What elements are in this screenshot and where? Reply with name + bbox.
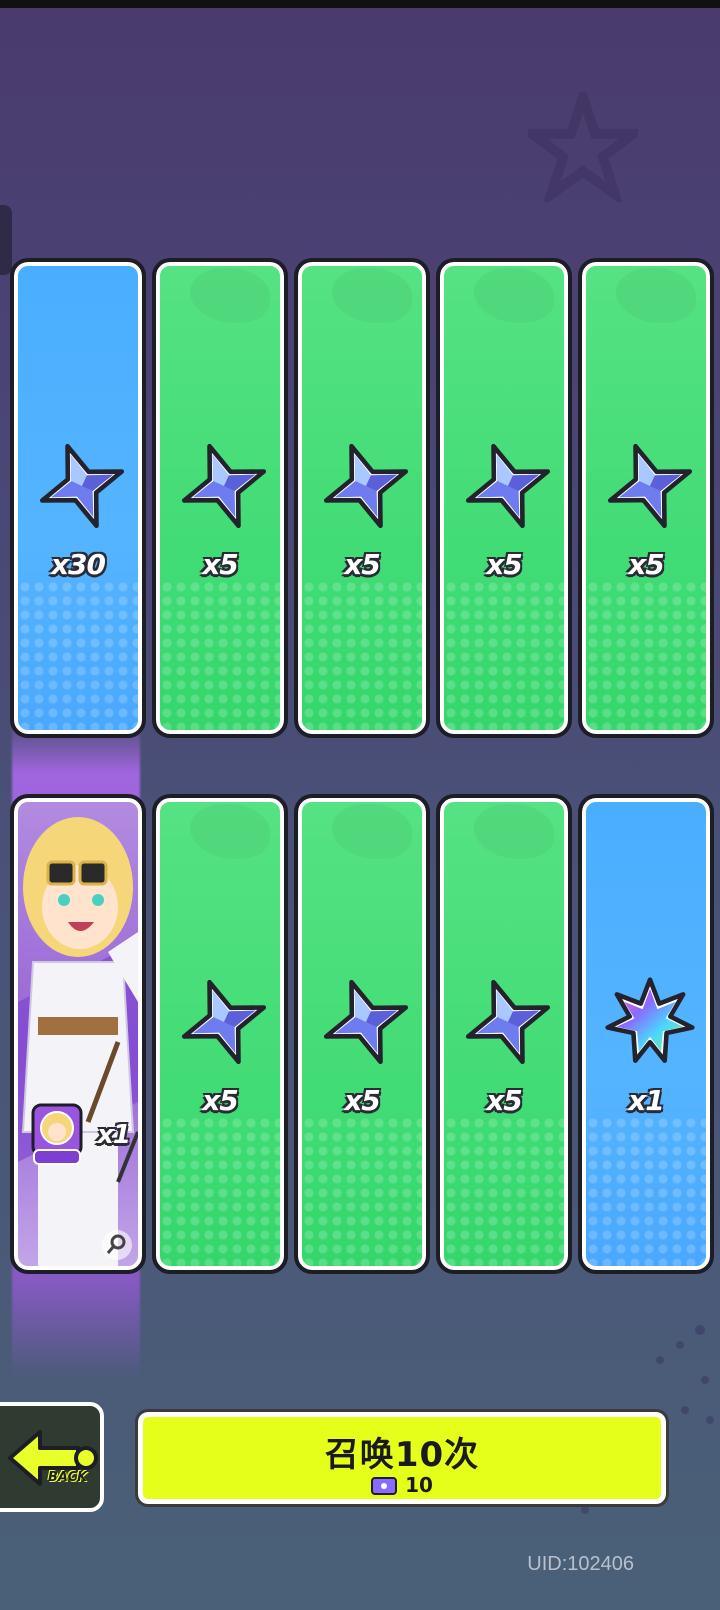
character-reward-card[interactable]: x1 — [10, 794, 146, 1274]
back-button[interactable]: BACK — [0, 1402, 104, 1512]
reward-card[interactable]: x5 — [436, 794, 572, 1274]
star-gem-icon — [465, 443, 551, 529]
card-splash — [332, 268, 412, 323]
summon-cost-value: 10 — [405, 1473, 433, 1497]
back-label: BACK — [48, 1470, 88, 1485]
character-badge-icon — [31, 1103, 83, 1165]
star-gem-icon — [607, 443, 693, 529]
card-splash — [474, 268, 554, 323]
reward-count: x5 — [628, 548, 665, 581]
star-gem-icon — [323, 443, 409, 529]
reward-card[interactable]: x5 — [578, 258, 714, 738]
card-pattern — [302, 1116, 422, 1266]
reward-card[interactable]: x5 — [294, 258, 430, 738]
card-pattern — [444, 1116, 564, 1266]
reward-count: x5 — [202, 1084, 239, 1117]
reward-count: x30 — [50, 548, 106, 581]
card-pattern — [160, 1116, 280, 1266]
star-gem-icon — [323, 979, 409, 1065]
reward-card[interactable]: x5 — [436, 258, 572, 738]
reward-count: x5 — [486, 548, 523, 581]
card-splash — [616, 268, 696, 323]
top-status-bar — [0, 0, 720, 8]
star-gem-icon — [39, 443, 125, 529]
background-star-icon — [528, 92, 638, 202]
reward-count: x5 — [344, 1084, 381, 1117]
star-gem-icon — [465, 979, 551, 1065]
card-pattern — [302, 580, 422, 730]
card-splash — [190, 268, 270, 323]
reward-count: x5 — [202, 548, 239, 581]
user-id: UID:102406 — [527, 1553, 634, 1575]
card-splash — [474, 804, 554, 859]
reward-card[interactable]: x5 — [294, 794, 430, 1274]
reward-count: x1 — [628, 1084, 665, 1117]
summon-10-button[interactable]: 召唤10次 10 — [135, 1409, 669, 1507]
reward-count: x5 — [486, 1084, 523, 1117]
summon-label: 召唤10次 — [324, 1435, 480, 1475]
reward-card[interactable]: x30 — [10, 258, 146, 738]
card-splash — [190, 804, 270, 859]
card-pattern — [160, 580, 280, 730]
reward-count: x5 — [344, 548, 381, 581]
ticket-icon — [371, 1477, 398, 1495]
star-gem-icon — [181, 979, 267, 1065]
reward-card[interactable]: x5 — [152, 258, 288, 738]
reward-card[interactable]: x5 — [152, 794, 288, 1274]
card-pattern — [586, 580, 706, 730]
character-portrait — [18, 817, 138, 1266]
reward-count: x1 — [97, 1120, 131, 1150]
side-tab[interactable] — [0, 205, 12, 275]
back-arrow-icon — [8, 1430, 98, 1486]
card-pattern — [586, 1116, 706, 1266]
star-gem-icon — [181, 443, 267, 529]
card-pattern — [444, 580, 564, 730]
rainbow-gem-icon — [605, 977, 695, 1063]
card-pattern — [18, 580, 138, 730]
summon-cost: 10 — [143, 1473, 661, 1497]
card-splash — [332, 804, 412, 859]
magnify-icon[interactable] — [102, 1230, 132, 1260]
reward-card[interactable]: x1 — [578, 794, 714, 1274]
